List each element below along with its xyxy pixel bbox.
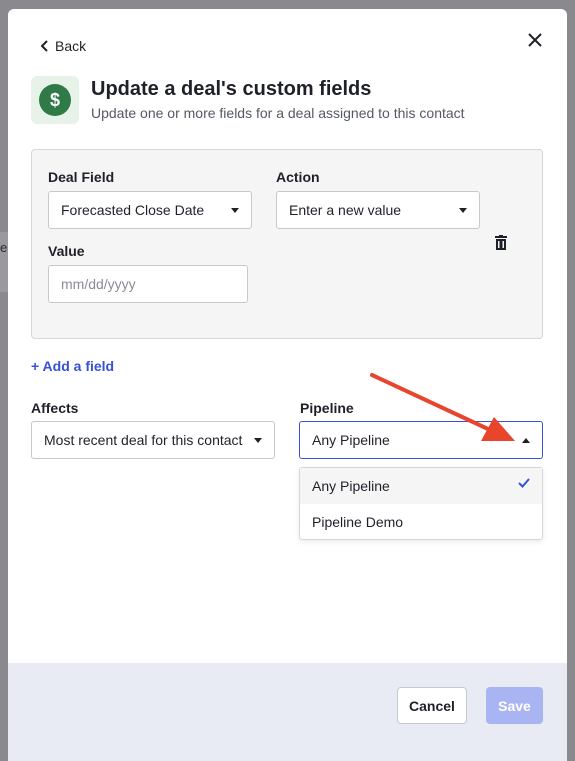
cancel-button[interactable]: Cancel	[397, 687, 467, 724]
caret-down-icon	[231, 208, 239, 213]
pipeline-option-demo[interactable]: Pipeline Demo	[300, 504, 542, 540]
action-value: Enter a new value	[289, 202, 402, 218]
deal-field-value: Forecasted Close Date	[61, 202, 205, 218]
caret-down-icon	[254, 438, 262, 443]
caret-down-icon	[459, 208, 467, 213]
pipeline-select[interactable]: Any Pipeline	[299, 421, 543, 459]
deal-field-label: Deal Field	[48, 169, 115, 185]
modal-subtitle: Update one or more fields for a deal ass…	[91, 105, 465, 121]
save-button[interactable]: Save	[486, 687, 543, 724]
affects-select[interactable]: Most recent deal for this contact	[31, 421, 275, 459]
caret-up-icon	[522, 438, 530, 443]
background-partial-text: e	[0, 240, 8, 255]
pipeline-label: Pipeline	[300, 400, 354, 416]
modal-footer: Cancel Save	[8, 663, 567, 761]
pipeline-dropdown: Any Pipeline Pipeline Demo	[299, 467, 543, 540]
chevron-left-icon	[41, 40, 48, 52]
affects-value: Most recent deal for this contact	[44, 432, 243, 448]
pipeline-option-any[interactable]: Any Pipeline	[300, 468, 542, 504]
deal-field-group: Deal Field Forecasted Close Date Action …	[31, 149, 543, 339]
value-label: Value	[48, 243, 85, 259]
add-field-link[interactable]: + Add a field	[31, 358, 114, 374]
option-label: Any Pipeline	[312, 478, 390, 494]
close-icon[interactable]	[526, 31, 544, 49]
action-label: Action	[276, 169, 320, 185]
modal-dialog: Back $ Update a deal's custom fields Upd…	[8, 9, 567, 761]
deal-field-select[interactable]: Forecasted Close Date	[48, 191, 252, 229]
date-input[interactable]: mm/dd/yyyy	[48, 265, 248, 303]
option-label: Pipeline Demo	[312, 514, 404, 530]
trash-icon[interactable]	[494, 235, 508, 251]
check-icon	[518, 478, 530, 488]
affects-label: Affects	[31, 400, 79, 416]
annotation-arrow	[370, 373, 515, 441]
back-button[interactable]: Back	[41, 38, 86, 54]
action-select[interactable]: Enter a new value	[276, 191, 480, 229]
pipeline-value: Any Pipeline	[312, 432, 390, 448]
back-label: Back	[55, 38, 87, 54]
dollar-circle-icon: $	[31, 76, 79, 124]
dollar-symbol: $	[39, 84, 71, 116]
modal-title: Update a deal's custom fields	[91, 78, 372, 100]
date-placeholder: mm/dd/yyyy	[61, 276, 136, 292]
